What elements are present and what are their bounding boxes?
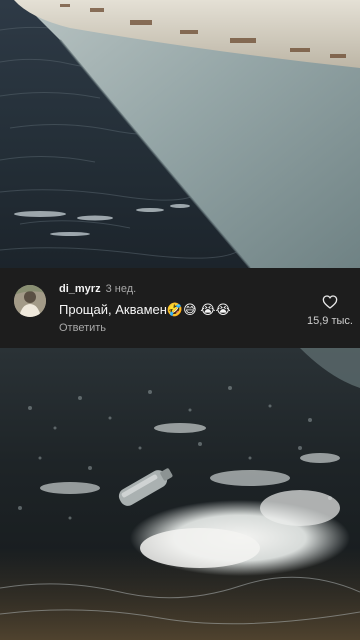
comment-meta: di_myrz 3 нед. xyxy=(59,282,299,296)
avatar-image xyxy=(14,285,46,317)
reply-button[interactable]: Ответить xyxy=(59,321,106,335)
like-block: 15,9 тыс. xyxy=(304,294,356,328)
comment-text: Прощай, Аквамен🤣😅 😭😭 xyxy=(59,302,231,317)
boat-hull-over-water-image xyxy=(0,0,360,268)
heart-icon[interactable] xyxy=(322,294,338,310)
water-splash-image xyxy=(0,348,360,640)
comment-timestamp: 3 нед. xyxy=(105,283,137,295)
comment-body: di_myrz 3 нед. Прощай, Аквамен🤣😅 😭😭 Ответ… xyxy=(59,282,299,336)
avatar[interactable] xyxy=(14,285,46,317)
comment-overlay: di_myrz 3 нед. Прощай, Аквамен🤣😅 😭😭 Ответ… xyxy=(0,268,360,348)
username[interactable]: di_myrz xyxy=(59,283,101,295)
video-frame-bottom[interactable] xyxy=(0,348,360,640)
like-count: 15,9 тыс. xyxy=(307,315,353,327)
video-frame-top[interactable] xyxy=(0,0,360,268)
